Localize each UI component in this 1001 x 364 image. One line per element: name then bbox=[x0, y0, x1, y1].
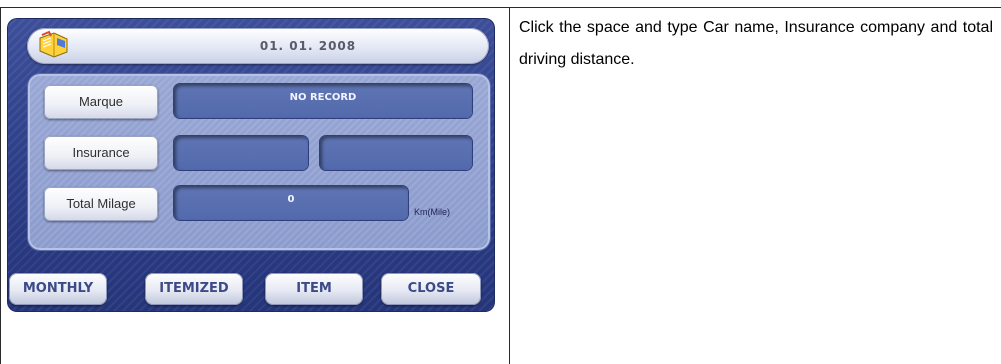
page: 01. 01. 2008 Marque NO RECORD Insurance … bbox=[0, 0, 1001, 364]
table-border-left bbox=[0, 7, 1, 364]
close-button[interactable]: CLOSE bbox=[381, 273, 481, 305]
insurance-field-left[interactable] bbox=[174, 136, 308, 170]
table-border-top bbox=[0, 7, 1001, 8]
instruction-text: Click the space and type Car name, Insur… bbox=[519, 19, 993, 68]
marque-label-button[interactable]: Marque bbox=[44, 85, 158, 119]
monthly-button[interactable]: MONTHLY bbox=[9, 273, 107, 305]
marque-field[interactable]: NO RECORD bbox=[174, 84, 472, 118]
table-column-divider bbox=[509, 7, 510, 364]
total-milage-field[interactable]: 0 bbox=[174, 186, 408, 220]
car-info-panel: Marque NO RECORD Insurance Total Milage … bbox=[28, 74, 490, 250]
date-display: 01. 01. 2008 bbox=[259, 39, 357, 53]
date-title-bar: 01. 01. 2008 bbox=[27, 28, 489, 64]
distance-unit-label: Km(Mile) bbox=[414, 207, 450, 217]
device-screen: 01. 01. 2008 Marque NO RECORD Insurance … bbox=[7, 18, 495, 312]
notebook-icon bbox=[37, 30, 71, 60]
itemized-button[interactable]: ITEMIZED bbox=[145, 273, 243, 305]
total-milage-label-button[interactable]: Total Milage bbox=[44, 187, 158, 221]
item-button[interactable]: ITEM bbox=[265, 273, 363, 305]
insurance-label-button[interactable]: Insurance bbox=[44, 136, 158, 170]
insurance-field-right[interactable] bbox=[320, 136, 472, 170]
